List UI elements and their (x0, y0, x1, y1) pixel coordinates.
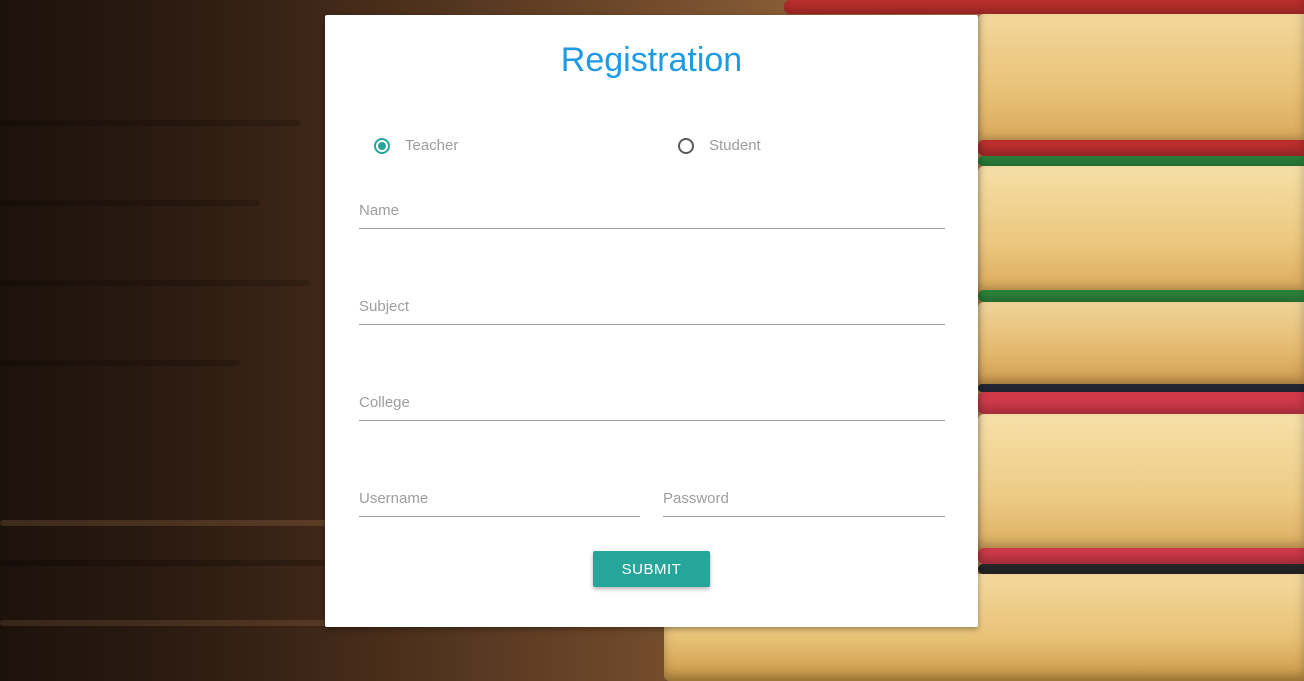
wood-grain (0, 280, 310, 286)
book-cover (978, 392, 1304, 414)
password-field-wrapper (663, 480, 945, 517)
subject-input[interactable] (359, 288, 945, 324)
submit-button[interactable]: SUBMIT (593, 551, 710, 587)
registration-card: Registration Teacher Student SUBMIT (325, 15, 978, 627)
name-field-wrapper (359, 192, 945, 229)
book-cover (978, 156, 1304, 166)
book-pages (978, 166, 1304, 294)
book-cover (978, 384, 1304, 392)
wood-grain (0, 200, 260, 206)
username-input[interactable] (359, 480, 640, 516)
role-label-student: Student (709, 137, 761, 154)
username-field-wrapper (359, 480, 640, 517)
wood-grain (0, 620, 330, 626)
name-input[interactable] (359, 192, 945, 228)
role-label-teacher: Teacher (405, 137, 459, 154)
wood-grain (0, 560, 330, 566)
book-cover (978, 564, 1304, 574)
college-input[interactable] (359, 384, 945, 420)
book-cover (784, 0, 1304, 14)
page-title: Registration (560, 41, 743, 79)
college-field-wrapper (359, 384, 945, 421)
book-pages (978, 302, 1304, 386)
wood-grain (0, 360, 240, 366)
book-cover (978, 140, 1304, 156)
book-pages (978, 414, 1304, 550)
book-pages (978, 14, 1304, 144)
subject-field-wrapper (359, 288, 945, 325)
book-cover (978, 548, 1304, 564)
book-cover (978, 290, 1304, 302)
radio-unchecked-icon[interactable] (678, 137, 694, 154)
wood-grain (0, 120, 300, 126)
password-input[interactable] (663, 480, 945, 516)
radio-checked-icon[interactable] (374, 137, 390, 154)
role-option-teacher[interactable]: Teacher (374, 137, 458, 154)
role-option-student[interactable]: Student (678, 137, 761, 154)
wood-grain (0, 520, 330, 526)
